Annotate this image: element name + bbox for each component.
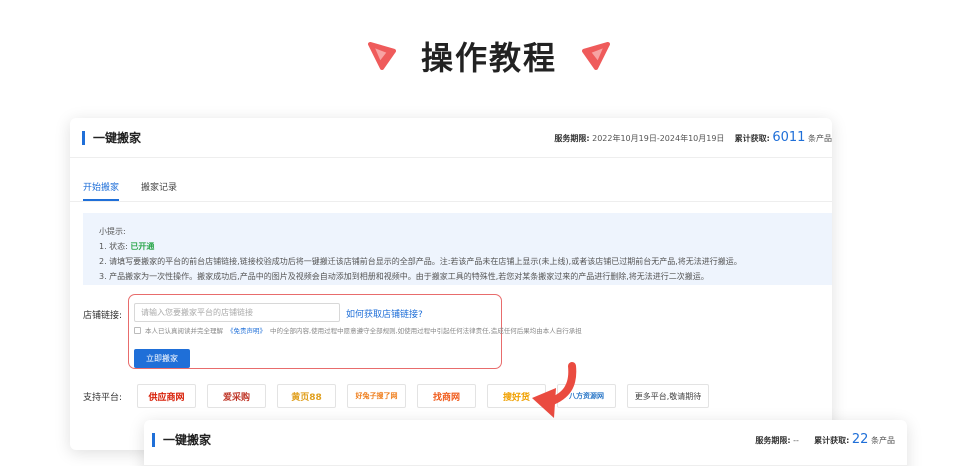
service-period-value: -- <box>793 436 799 445</box>
curved-arrow-icon <box>532 362 577 418</box>
move-now-button[interactable]: 立即搬家 <box>134 349 190 368</box>
tab-divider <box>70 201 832 202</box>
platform-name: 黄页88 <box>291 392 322 403</box>
page-title: 操作教程 <box>420 39 557 77</box>
platform-name: 好兔子搜了网 <box>355 392 398 400</box>
platform-name: 找商网 <box>432 392 460 403</box>
tips-line-status: 1. 状态: 已开通 <box>99 239 832 254</box>
panel-title: 一键搬家 <box>152 433 211 447</box>
howto-link[interactable]: 如何获取店铺链接? <box>346 307 423 320</box>
migration-panel: 一键搬家 服务期限: 2022年10月19日-2024年10月19日 累计获取:… <box>70 118 832 450</box>
service-info: 服务期限: 2022年10月19日-2024年10月19日 累计获取: 6011… <box>554 130 832 145</box>
acquired-label: 累计获取: <box>734 134 770 143</box>
tips-box: 小提示: 1. 状态: 已开通 2. 请填写要搬家的平台的前台店铺链接,链接校验… <box>83 213 832 285</box>
tips-title: 小提示: <box>99 227 126 236</box>
panel-header: 一键搬家 服务期限: 2022年10月19日-2024年10月19日 累计获取:… <box>70 118 832 158</box>
service-period-label: 服务期限: <box>755 436 791 445</box>
play-triangle-icon <box>367 41 397 71</box>
platform-logo[interactable]: 供应商网 <box>137 384 196 408</box>
migration-panel-result: 一键搬家 服务期限: -- 累计获取: 22 条产品 <box>144 420 907 466</box>
platform-name: 爱采购 <box>222 392 250 403</box>
platform-name: 供应商网 <box>148 392 185 403</box>
tips-line-2: 2. 请填写要搬家的平台的前台店铺链接,链接校验成功后将一键搬迁该店铺前台显示的… <box>99 257 742 266</box>
platform-logo[interactable]: 找商网 <box>417 384 476 408</box>
agree-checkbox[interactable] <box>134 326 141 334</box>
acquired-count: 6011 <box>772 130 806 145</box>
service-info: 服务期限: -- 累计获取: 22 条产品 <box>755 432 895 447</box>
agreement-row: 本人已认真阅读并完全理解 《免责声明》 中的全部内容,使用过程中愿意遵守全部规则… <box>134 325 582 335</box>
platform-logo[interactable]: 爱采购 <box>207 384 266 408</box>
acquired-count: 22 <box>851 432 869 447</box>
acquired-unit: 条产品 <box>871 436 895 445</box>
tutorial-canvas: 操作教程 一键搬家 服务期限: 2022年10月19日-2024年10月19日 … <box>0 0 978 466</box>
platform-label: 支持平台: <box>83 393 123 403</box>
store-url-input[interactable] <box>134 303 340 322</box>
agree-suffix: 中的全部内容,使用过程中愿意遵守全部规则,如使用过程中引起任何法律责任,造成任何… <box>270 327 582 335</box>
tab-migration-records[interactable]: 搬家记录 <box>141 180 177 201</box>
panel-title: 一键搬家 <box>82 131 141 145</box>
tab-bar: 开始搬家 搬家记录 <box>83 180 177 201</box>
agree-prefix: 本人已认真阅读并完全理解 <box>145 327 223 335</box>
platform-logo[interactable]: 黄页88 <box>277 384 336 408</box>
tips-line-3: 3. 产品搬家为一次性操作。搬家成功后,产品中的图片及视频会自动添加到相册和视频… <box>99 272 709 281</box>
acquired-unit: 条产品 <box>808 134 832 143</box>
platform-list: 供应商网 爱采购 黄页88 好兔子搜了网 找商网 搜好货 八方资源网 更多平台,… <box>137 384 709 408</box>
service-period-label: 服务期限: <box>554 134 590 143</box>
store-link-label: 店铺链接: <box>83 311 123 321</box>
service-period-value: 2022年10月19日-2024年10月19日 <box>592 134 725 143</box>
hero-header: 操作教程 <box>0 34 978 78</box>
tab-start-migration[interactable]: 开始搬家 <box>83 180 120 201</box>
tips-status-label: 1. 状态: <box>99 242 128 251</box>
disclaimer-link[interactable]: 《免责声明》 <box>227 325 266 335</box>
status-badge: 已开通 <box>130 242 155 251</box>
platform-logo[interactable]: 好兔子搜了网 <box>347 384 406 408</box>
play-triangle-icon <box>581 41 611 71</box>
acquired-label: 累计获取: <box>814 436 850 445</box>
more-platforms: 更多平台,敬请期待 <box>627 384 709 408</box>
